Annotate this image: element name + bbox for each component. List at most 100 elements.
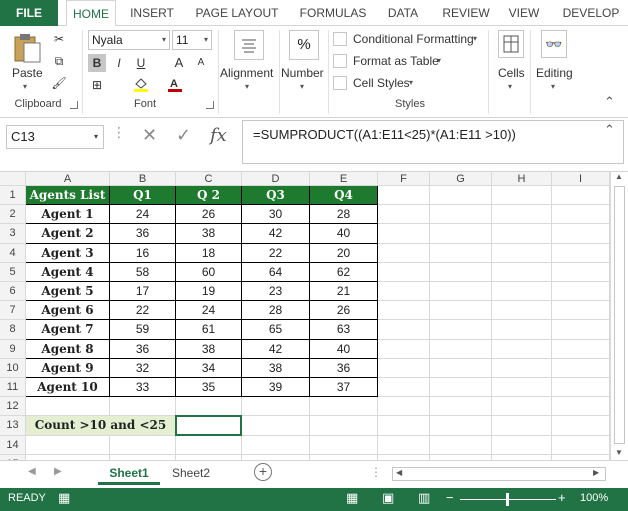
quarter-value-cell[interactable]: 65	[242, 320, 310, 340]
cell[interactable]	[430, 186, 492, 206]
scroll-up-icon[interactable]: ▲	[615, 172, 623, 181]
font-color-icon[interactable]: A	[166, 76, 184, 94]
copy-icon[interactable]: ⧉	[50, 52, 68, 70]
format-painter-icon[interactable]: 🖌	[50, 74, 68, 92]
quarter-value-cell[interactable]: 18	[176, 243, 242, 263]
cell[interactable]	[492, 358, 552, 378]
column-header-h[interactable]: H	[492, 172, 552, 186]
cell[interactable]	[552, 397, 610, 417]
cell[interactable]	[430, 282, 492, 302]
quarter-value-cell[interactable]: 62	[310, 262, 378, 282]
agent-name-cell[interactable]: Agent 8	[26, 339, 110, 359]
more-options-icon[interactable]: ⋮	[370, 465, 382, 479]
quarter-value-cell[interactable]: 24	[176, 301, 242, 321]
font-size-select[interactable]: 11 ▾	[172, 30, 212, 50]
row-header-4[interactable]: 4	[0, 243, 26, 263]
cell[interactable]	[378, 397, 430, 417]
agent-name-cell[interactable]: Agent 4	[26, 262, 110, 282]
zoom-out-icon[interactable]: −	[446, 490, 454, 505]
cell[interactable]	[492, 224, 552, 244]
quarter-value-cell[interactable]: 36	[110, 224, 176, 244]
cell[interactable]	[430, 243, 492, 263]
row-header-2[interactable]: 2	[0, 205, 26, 225]
tab-developer[interactable]: DEVELOP	[554, 0, 628, 26]
quarter-value-cell[interactable]: 38	[176, 224, 242, 244]
cell[interactable]	[110, 397, 176, 417]
table-header-quarter[interactable]: Q 2	[176, 186, 242, 206]
select-all-corner[interactable]	[0, 172, 26, 186]
cell[interactable]	[552, 301, 610, 321]
column-header-c[interactable]: C	[176, 172, 242, 186]
cell[interactable]	[378, 205, 430, 225]
quarter-value-cell[interactable]: 34	[176, 358, 242, 378]
cell[interactable]	[492, 416, 552, 436]
cell[interactable]	[492, 320, 552, 340]
scroll-down-icon[interactable]: ▼	[615, 448, 623, 457]
cancel-icon[interactable]: ✕	[142, 125, 157, 146]
cell[interactable]	[430, 435, 492, 455]
quarter-value-cell[interactable]: 22	[110, 301, 176, 321]
row-header-10[interactable]: 10	[0, 358, 26, 378]
cell[interactable]	[492, 186, 552, 206]
row-header-12[interactable]: 12	[0, 397, 26, 417]
tab-file[interactable]: FILE	[0, 0, 58, 26]
agent-name-cell[interactable]: Agent 7	[26, 320, 110, 340]
row-header-14[interactable]: 14	[0, 435, 26, 455]
conditional-formatting-button[interactable]: Conditional Formatting ▾	[333, 30, 483, 50]
cell[interactable]	[176, 435, 242, 455]
cell[interactable]	[378, 339, 430, 359]
format-as-table-button[interactable]: Format as Table ▾	[333, 52, 448, 72]
cell[interactable]	[242, 397, 310, 417]
quarter-value-cell[interactable]: 26	[310, 301, 378, 321]
horizontal-scrollbar[interactable]: ◀ ▶	[392, 467, 606, 481]
tab-formulas[interactable]: FORMULAS	[294, 0, 372, 26]
paste-button[interactable]: Paste ▾	[8, 30, 48, 92]
cells-button[interactable]: Cells ▾	[494, 30, 528, 94]
zoom-slider-handle[interactable]	[506, 493, 509, 506]
quarter-value-cell[interactable]: 60	[176, 262, 242, 282]
prev-sheet-icon[interactable]: ◀	[28, 466, 36, 477]
column-header-g[interactable]: G	[430, 172, 492, 186]
quarter-value-cell[interactable]: 35	[176, 378, 242, 398]
quarter-value-cell[interactable]: 39	[242, 378, 310, 398]
macro-record-icon[interactable]: ▦	[58, 490, 70, 506]
table-header-quarter[interactable]: Q3	[242, 186, 310, 206]
vertical-scrollbar[interactable]: ▲ ▼	[610, 172, 628, 460]
cell[interactable]	[430, 224, 492, 244]
quarter-value-cell[interactable]: 23	[242, 282, 310, 302]
shrink-font-button[interactable]: A	[192, 54, 210, 72]
cell[interactable]	[552, 358, 610, 378]
cell[interactable]	[492, 282, 552, 302]
italic-button[interactable]: I	[110, 54, 128, 72]
sheet-tab-sheet1[interactable]: Sheet1	[98, 461, 160, 485]
cell[interactable]	[26, 397, 110, 417]
cell[interactable]	[378, 186, 430, 206]
cell[interactable]	[552, 262, 610, 282]
quarter-value-cell[interactable]: 37	[310, 378, 378, 398]
count-label-cell[interactable]: Count >10 and <25	[26, 416, 176, 436]
bold-button[interactable]: B	[88, 54, 106, 72]
quarter-value-cell[interactable]: 38	[242, 358, 310, 378]
column-header-a[interactable]: A	[26, 172, 110, 186]
next-sheet-icon[interactable]: ▶	[54, 466, 62, 477]
column-header-i[interactable]: I	[552, 172, 610, 186]
borders-icon[interactable]: ⊞	[88, 76, 106, 94]
tab-home[interactable]: HOME	[66, 0, 116, 27]
cell[interactable]	[430, 339, 492, 359]
cell[interactable]	[430, 262, 492, 282]
quarter-value-cell[interactable]: 38	[176, 339, 242, 359]
quarter-value-cell[interactable]: 64	[242, 262, 310, 282]
tab-page-layout[interactable]: PAGE LAYOUT	[190, 0, 284, 26]
row-header-5[interactable]: 5	[0, 262, 26, 282]
cell[interactable]	[430, 301, 492, 321]
cell[interactable]	[378, 358, 430, 378]
cell[interactable]	[378, 282, 430, 302]
fill-color-icon[interactable]	[132, 76, 150, 94]
cell[interactable]	[378, 243, 430, 263]
insert-function-icon[interactable]: fx	[210, 125, 227, 146]
row-header-13[interactable]: 13	[0, 416, 26, 436]
cell[interactable]	[492, 301, 552, 321]
tab-data[interactable]: DATA	[380, 0, 426, 26]
quarter-value-cell[interactable]: 19	[176, 282, 242, 302]
row-header-3[interactable]: 3	[0, 224, 26, 244]
